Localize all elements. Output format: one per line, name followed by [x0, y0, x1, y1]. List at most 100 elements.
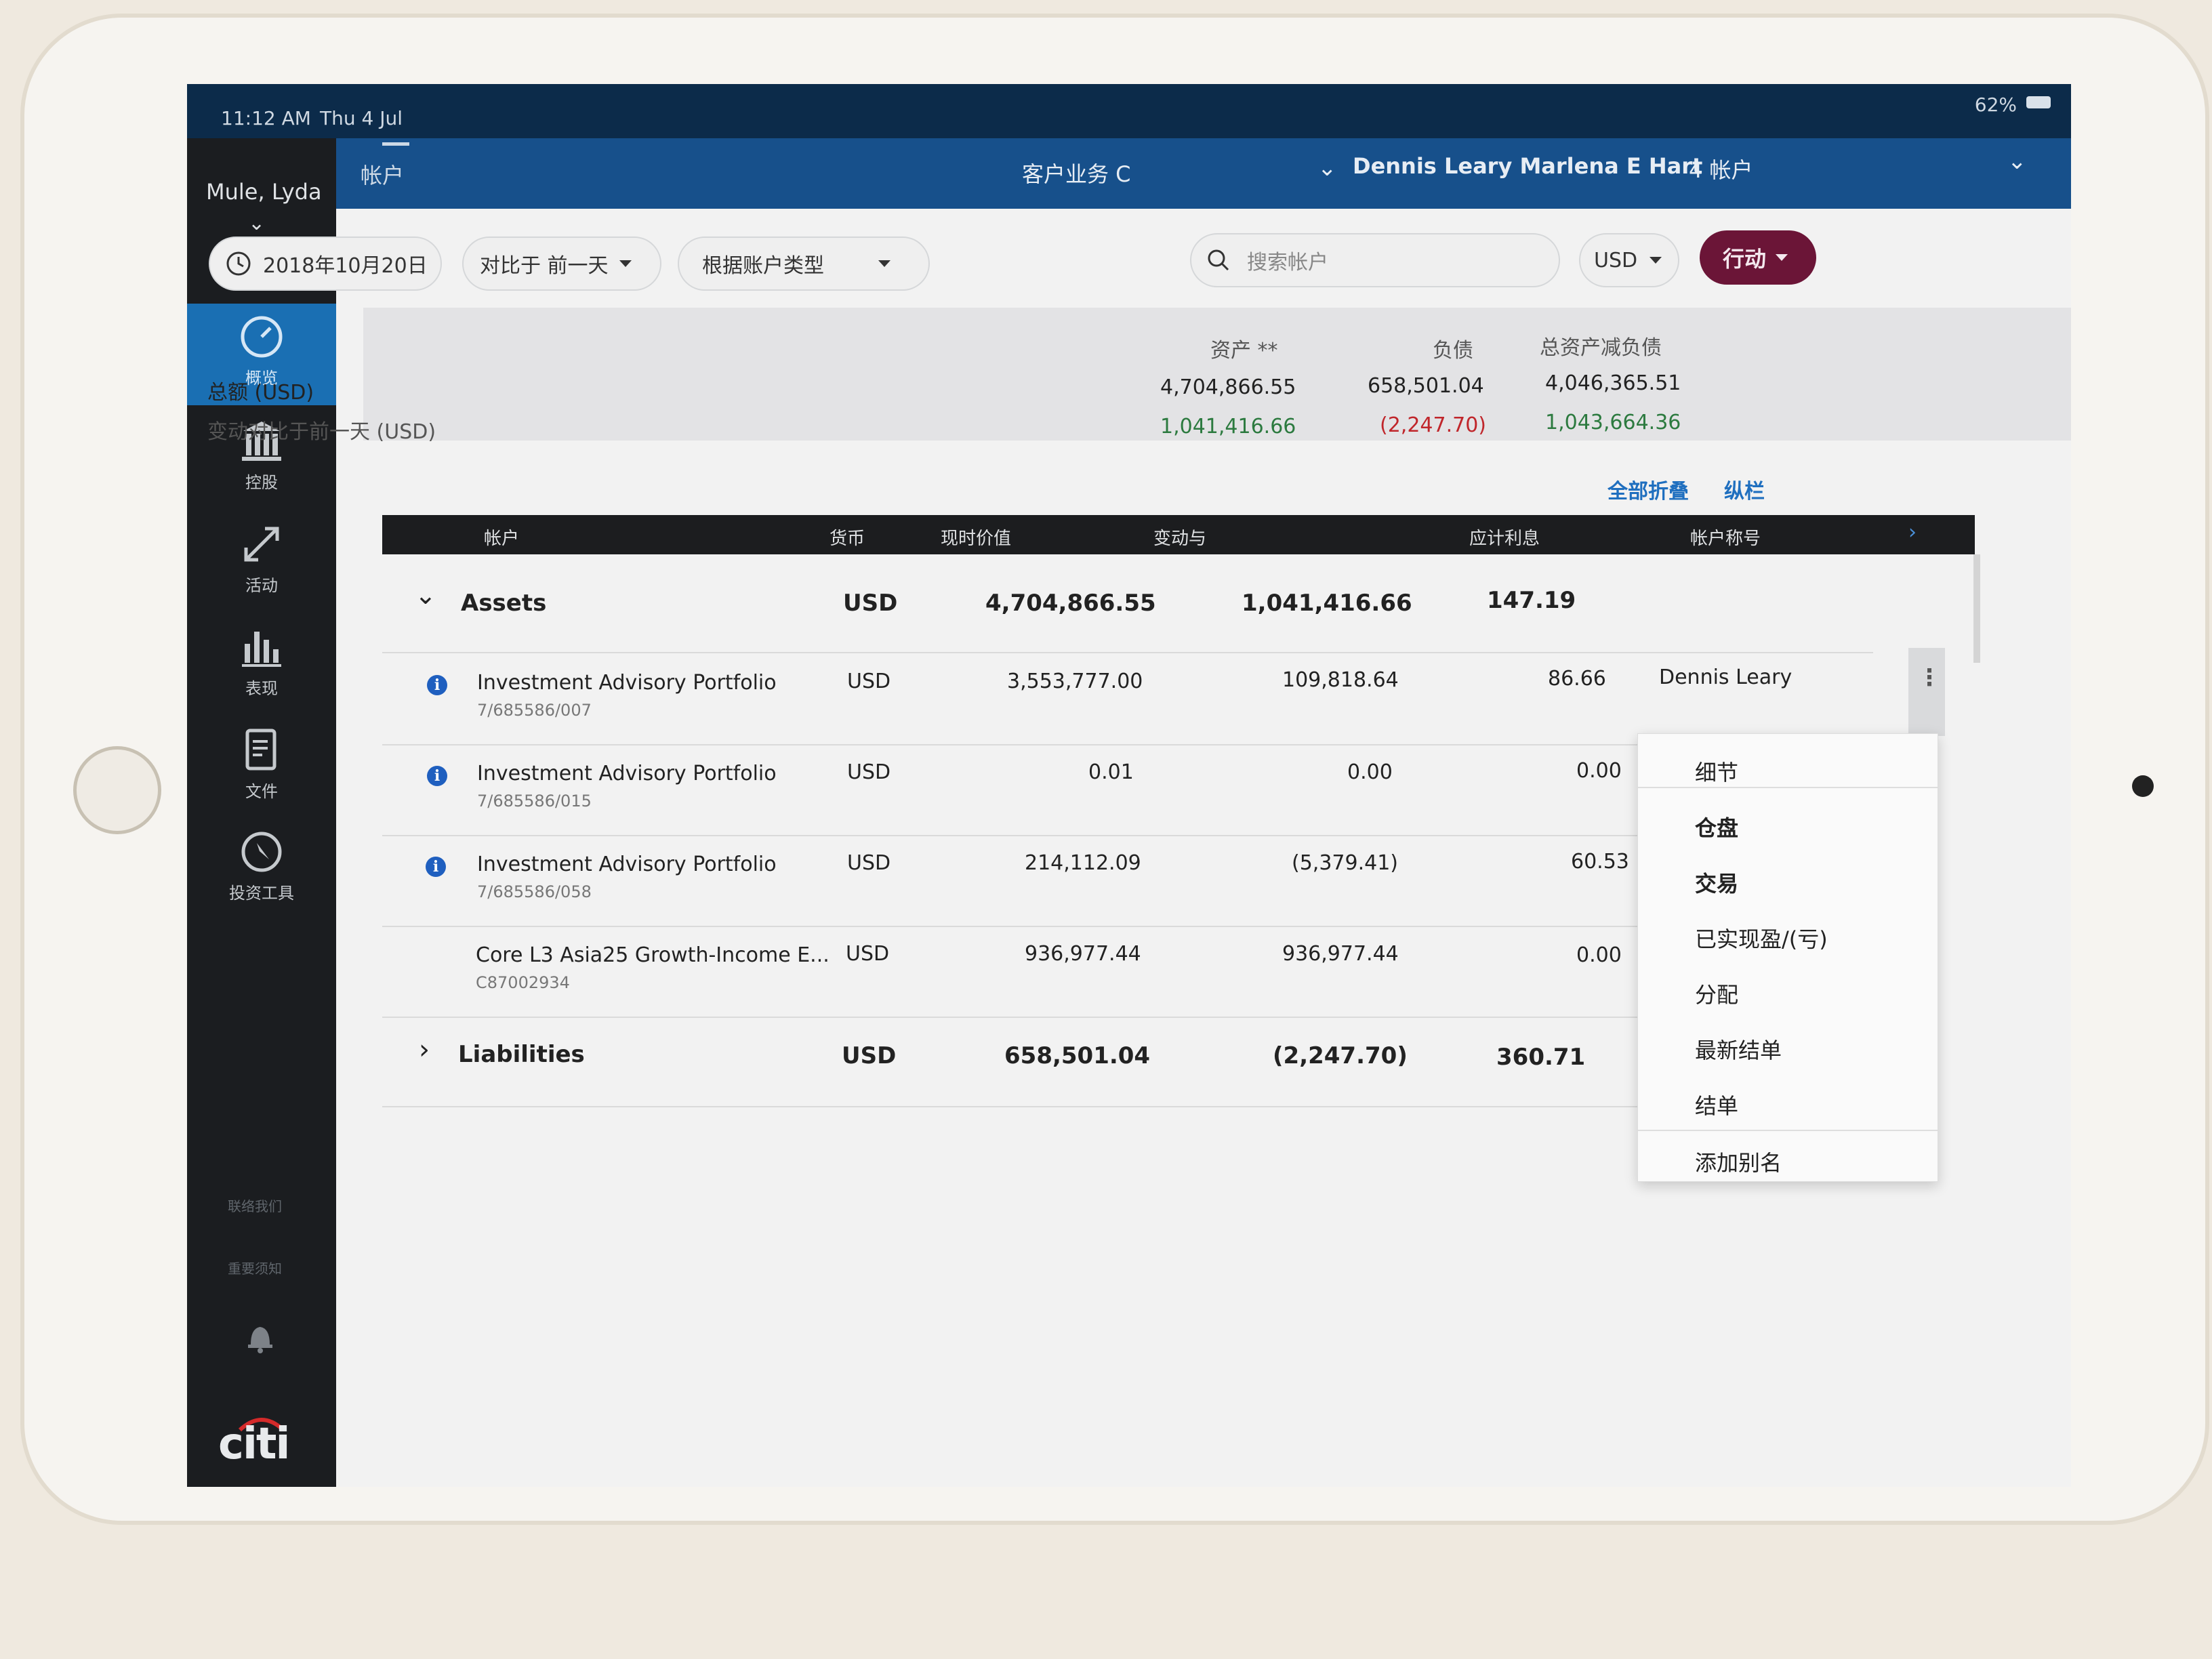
status-date: Thu 4 Jul	[320, 107, 403, 129]
account-currency: USD	[847, 851, 891, 875]
compare-dropdown[interactable]: 对比于 前一天	[462, 237, 661, 291]
contact-link[interactable]: 联络我们	[228, 1195, 282, 1215]
info-icon[interactable]: i	[427, 766, 447, 786]
kebab-highlight	[1908, 648, 1945, 736]
col-value[interactable]: 现时价值	[941, 525, 1011, 550]
nav-label: 活动	[245, 576, 278, 595]
bell-icon[interactable]	[241, 1317, 279, 1355]
date-picker[interactable]: 2018年10月20日	[209, 237, 442, 291]
liabilities-label[interactable]: Liabilities	[458, 1041, 585, 1068]
account-number: C87002934	[476, 973, 570, 992]
info-icon[interactable]: i	[426, 857, 446, 877]
camera	[2132, 775, 2154, 797]
compass-icon	[241, 832, 282, 872]
search-placeholder: 搜索帐户	[1247, 251, 1328, 274]
account-interest: 86.66	[1548, 667, 1606, 691]
user-name[interactable]: Mule, Lyda	[206, 179, 322, 205]
caret-down-icon	[619, 260, 632, 267]
columns-link[interactable]: 纵栏	[1724, 474, 1765, 504]
chevron-down-icon[interactable]: ⌄	[415, 580, 436, 610]
account-name[interactable]: Investment Advisory Portfolio	[477, 671, 777, 695]
account-name[interactable]: Investment Advisory Portfolio	[477, 762, 777, 785]
document-icon	[245, 729, 276, 771]
summary-total-label: 总额 (USD)	[207, 381, 314, 405]
account-currency: USD	[847, 760, 891, 784]
summary-change-assets: 1,041,416.66	[1160, 415, 1296, 438]
nav-label: 投资工具	[229, 884, 294, 903]
account-change: 936,977.44	[1282, 942, 1399, 966]
more-vertical-icon[interactable]: ⋮	[1918, 664, 1941, 691]
chevron-right-icon[interactable]: ›	[1908, 520, 1917, 544]
chevron-right-icon[interactable]: ›	[419, 1034, 430, 1065]
account-currency: USD	[847, 670, 891, 693]
summary-col-assets: 资产 **	[1210, 339, 1278, 363]
menu-item-transactions[interactable]: 交易	[1695, 867, 1738, 898]
chevron-down-icon[interactable]: ⌄	[2007, 148, 2027, 175]
tab-indicator	[382, 142, 409, 146]
assets-change: 1,041,416.66	[1242, 590, 1412, 617]
menu-item-add-alias[interactable]: 添加别名	[1695, 1146, 1782, 1177]
date-value: 2018年10月20日	[263, 254, 428, 278]
account-name[interactable]: Investment Advisory Portfolio	[477, 853, 777, 876]
notice-link[interactable]: 重要须知	[228, 1258, 282, 1277]
search-input[interactable]: 搜索帐户	[1190, 233, 1560, 287]
col-interest[interactable]: 应计利息	[1469, 525, 1540, 550]
summary-col-liabilities: 负债	[1433, 339, 1473, 363]
tablet-frame: 11:12 AM Thu 4 Jul 62% Mule, Lyda ⌄ 登出 概…	[20, 14, 2209, 1525]
menu-item-details[interactable]: 细节	[1695, 756, 1738, 787]
menu-item-allocation[interactable]: 分配	[1695, 978, 1738, 1009]
status-bar: 11:12 AM Thu 4 Jul 62%	[187, 84, 2071, 138]
bar-chart-icon	[242, 632, 281, 667]
liabilities-value: 658,501.04	[1004, 1042, 1151, 1069]
assets-label[interactable]: Assets	[461, 590, 546, 617]
liabilities-change: (2,247.70)	[1273, 1042, 1408, 1069]
account-interest: 0.00	[1576, 759, 1622, 783]
caret-down-icon	[878, 260, 890, 267]
summary-total-assets: 4,704,866.55	[1160, 375, 1296, 399]
caret-down-icon	[1650, 257, 1662, 264]
col-title[interactable]: 帐户称号	[1690, 525, 1761, 550]
battery-icon	[2026, 96, 2051, 108]
nav-tools[interactable]: 投资工具	[187, 819, 336, 920]
account-number: 7/685586/058	[477, 882, 592, 901]
chevron-down-icon[interactable]: ⌄	[248, 211, 265, 235]
tab-accounts[interactable]: 帐户	[361, 159, 404, 190]
col-change[interactable]: 变动与	[1153, 525, 1206, 550]
nav-documents[interactable]: 文件	[187, 717, 336, 819]
client-selector[interactable]: 客户业务 C	[1022, 157, 1131, 188]
screen: 11:12 AM Thu 4 Jul 62% Mule, Lyda ⌄ 登出 概…	[187, 84, 2071, 1487]
sidebar: Mule, Lyda ⌄ 登出 概览 控股 活动 表现 文件	[187, 138, 336, 1487]
account-holders[interactable]: Dennis Leary Marlena E Hart	[1353, 153, 1702, 179]
col-currency[interactable]: 货币	[830, 525, 865, 550]
account-interest: 0.00	[1576, 943, 1622, 967]
menu-item-statements[interactable]: 结单	[1695, 1089, 1738, 1120]
chevron-down-icon[interactable]: ⌄	[1317, 155, 1337, 182]
currency-dropdown[interactable]: USD	[1579, 233, 1679, 287]
menu-item-latest-statement[interactable]: 最新结单	[1695, 1033, 1782, 1065]
info-icon[interactable]: i	[427, 675, 447, 695]
account-value: 214,112.09	[1025, 851, 1141, 875]
menu-item-positions[interactable]: 仓盘	[1695, 811, 1738, 842]
collapse-all-link[interactable]: 全部折叠	[1607, 474, 1689, 504]
nav-activity[interactable]: 活动	[187, 511, 336, 613]
group-by-value: 根据账户类型	[702, 254, 824, 278]
account-count[interactable]: 4 帐户	[1689, 153, 1753, 184]
account-name[interactable]: Core L3 Asia25 Growth-Income E...	[476, 943, 830, 967]
currency-value: USD	[1594, 248, 1638, 272]
action-button[interactable]: 行动	[1700, 230, 1816, 285]
liabilities-interest: 360.71	[1496, 1044, 1586, 1071]
account-currency: USD	[846, 942, 890, 966]
menu-item-realized-gain[interactable]: 已实现盈/(亏)	[1695, 922, 1828, 954]
top-header: 帐户 客户业务 C ⌄ Dennis Leary Marlena E Hart …	[336, 138, 2071, 209]
group-by-dropdown[interactable]: 根据账户类型	[678, 237, 930, 291]
home-button[interactable]	[73, 746, 161, 834]
nav-performance[interactable]: 表现	[187, 614, 336, 716]
scrollbar[interactable]	[1973, 554, 1980, 663]
nav-label: 表现	[245, 679, 278, 698]
col-account[interactable]: 帐户	[484, 525, 519, 550]
account-value: 936,977.44	[1025, 942, 1141, 966]
summary-change-liabilities: (2,247.70)	[1380, 413, 1487, 437]
account-number: 7/685586/007	[477, 701, 592, 720]
battery-percent: 62%	[1974, 94, 2017, 116]
summary-change-net: 1,043,664.36	[1545, 411, 1681, 434]
